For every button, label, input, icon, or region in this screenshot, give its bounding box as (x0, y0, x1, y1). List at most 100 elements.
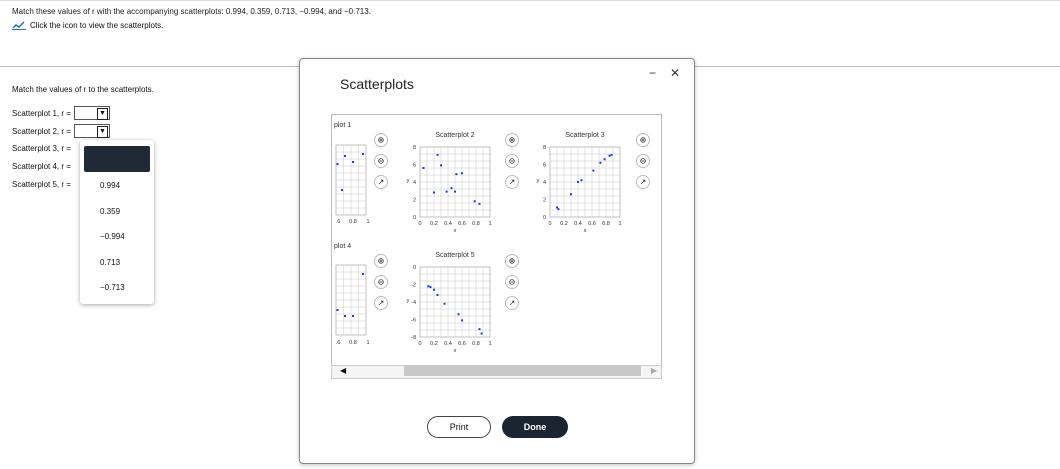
zoom-out-icon[interactable]: ⊖ (505, 154, 519, 168)
data-point (478, 328, 481, 331)
expand-icon[interactable]: ↗ (505, 296, 519, 310)
scatterplots-canvas: plot 1 .6 0.8 1 ⊕ ⊖ ↗ plot 4 .6 0.8 1 ⊕ ⊖ ↗ 0 2 4 6 8 0 0.2 0… (334, 122, 650, 354)
dropdown-option[interactable]: −0.713 (100, 283, 125, 292)
scatterplot-1-row: Scatterplot 1, r = ▼ (12, 106, 110, 120)
x-tick-label: 0.8 (602, 221, 610, 227)
data-point (608, 154, 611, 157)
svg-text:⊖: ⊖ (378, 278, 385, 287)
data-point (422, 167, 425, 169)
data-point (570, 193, 572, 196)
zoom-in-icon[interactable]: ⊕ (374, 133, 388, 147)
dropdown-option[interactable]: 0.713 (100, 258, 120, 267)
svg-text:⊖: ⊖ (509, 278, 516, 287)
data-point (344, 155, 346, 157)
svg-text:⊕: ⊕ (640, 136, 647, 145)
svg-text:⊖: ⊖ (509, 157, 516, 166)
zoom-in-icon[interactable]: ⊕ (374, 254, 388, 268)
data-point (603, 158, 606, 161)
print-button[interactable]: Print (427, 416, 491, 438)
data-point (445, 190, 448, 193)
x-tick-label: 0 (418, 341, 421, 347)
scatterplot-4-row: Scatterplot 4, r = (12, 162, 71, 171)
chevron-down-icon[interactable]: ▼ (96, 126, 108, 138)
data-point (336, 309, 339, 311)
svg-text:⊕: ⊕ (509, 257, 516, 266)
scatterplot-1-select[interactable]: ▼ (73, 106, 110, 120)
y-tick-label: 8 (543, 145, 546, 151)
x-tick-label: 0.8 (472, 341, 480, 347)
x-tick-label: 0.6 (458, 341, 466, 347)
dropdown-option[interactable]: 0.359 (100, 207, 120, 216)
x-tick-label: 0.2 (560, 221, 568, 227)
done-button[interactable]: Done (502, 416, 568, 438)
y-tick-label: -8 (411, 335, 416, 341)
data-point (461, 172, 463, 175)
x-tick-label: .6 (336, 340, 341, 346)
scatterplots-scroll-area[interactable]: plot 1 .6 0.8 1 ⊕ ⊖ ↗ plot 4 .6 0.8 1 ⊕ ⊖ ↗ 0 2 4 6 8 0 0.2 0… (331, 114, 662, 367)
dropdown-option[interactable]: 0.994 (100, 181, 120, 190)
data-point (433, 288, 435, 291)
data-point (455, 173, 458, 176)
close-icon[interactable]: ✕ (670, 66, 680, 80)
scatterplot-3-label: Scatterplot 3, r = (12, 144, 71, 153)
data-point (352, 315, 354, 317)
data-point (443, 302, 446, 305)
svg-text:↗: ↗ (640, 178, 647, 187)
svg-text:⊖: ⊖ (378, 157, 385, 166)
x-tick-label: 0.4 (444, 341, 452, 347)
data-point (610, 153, 613, 156)
plot-title: Scatterplot 2 (435, 132, 474, 139)
zoom-out-icon[interactable]: ⊖ (374, 275, 388, 289)
x-tick-label: 0.2 (430, 341, 438, 347)
scrollbar-thumb[interactable] (404, 366, 641, 376)
x-tick-label: 0.2 (430, 221, 438, 227)
y-tick-label: 2 (543, 198, 546, 204)
zoom-in-icon[interactable]: ⊕ (505, 133, 519, 147)
data-point (473, 200, 476, 203)
chevron-down-icon[interactable]: ▼ (96, 108, 108, 120)
x-axis-label: x (454, 228, 457, 234)
dropdown-option[interactable]: −0.994 (100, 232, 125, 241)
zoom-in-icon[interactable]: ⊕ (636, 133, 650, 147)
svg-text:↗: ↗ (378, 299, 385, 308)
scroll-left-icon[interactable]: ◀ (340, 366, 346, 375)
scatterplot-3-row: Scatterplot 3, r = (12, 144, 71, 153)
data-point (557, 208, 560, 211)
zoom-out-icon[interactable]: ⊖ (636, 154, 650, 168)
expand-icon[interactable]: ↗ (374, 296, 388, 310)
y-tick-label: 0 (413, 265, 416, 271)
y-tick-label: 4 (543, 180, 546, 186)
plot-title: Scatterplot 3 (565, 132, 604, 139)
expand-icon[interactable]: ↗ (505, 175, 519, 189)
x-tick-label: 0.4 (444, 221, 452, 227)
plot-title: plot 1 (334, 122, 351, 129)
y-tick-label: 8 (413, 145, 416, 151)
data-point (433, 191, 435, 194)
scatterplot-2-row: Scatterplot 2, r = ▼ (12, 124, 110, 138)
scroll-right-icon[interactable]: ▶ (651, 366, 657, 375)
y-tick-label: 0 (543, 215, 546, 221)
minimize-icon[interactable]: − (649, 66, 656, 80)
zoom-in-icon[interactable]: ⊕ (505, 254, 519, 268)
data-point (450, 187, 453, 190)
data-point (429, 286, 432, 289)
data-point (461, 319, 463, 322)
x-tick-label: 1 (488, 341, 491, 347)
zoom-out-icon[interactable]: ⊖ (374, 154, 388, 168)
x-tick-label: 0.6 (458, 221, 466, 227)
data-point (478, 202, 481, 205)
data-point (480, 332, 483, 335)
plot-title: Scatterplot 5 (435, 252, 474, 259)
data-point (362, 153, 364, 155)
chart-icon[interactable] (12, 20, 26, 30)
zoom-out-icon[interactable]: ⊖ (505, 275, 519, 289)
data-point (362, 273, 364, 275)
scatterplot-2-select[interactable]: ▼ (73, 124, 110, 138)
expand-icon[interactable]: ↗ (636, 175, 650, 189)
x-tick-label: 1 (488, 221, 491, 227)
data-point (352, 161, 354, 163)
view-scatterplots-link[interactable]: Click the icon to view the scatterplots. (12, 20, 163, 30)
y-axis-label: y (407, 178, 410, 184)
dropdown-highlighted-option[interactable] (84, 146, 150, 172)
expand-icon[interactable]: ↗ (374, 175, 388, 189)
